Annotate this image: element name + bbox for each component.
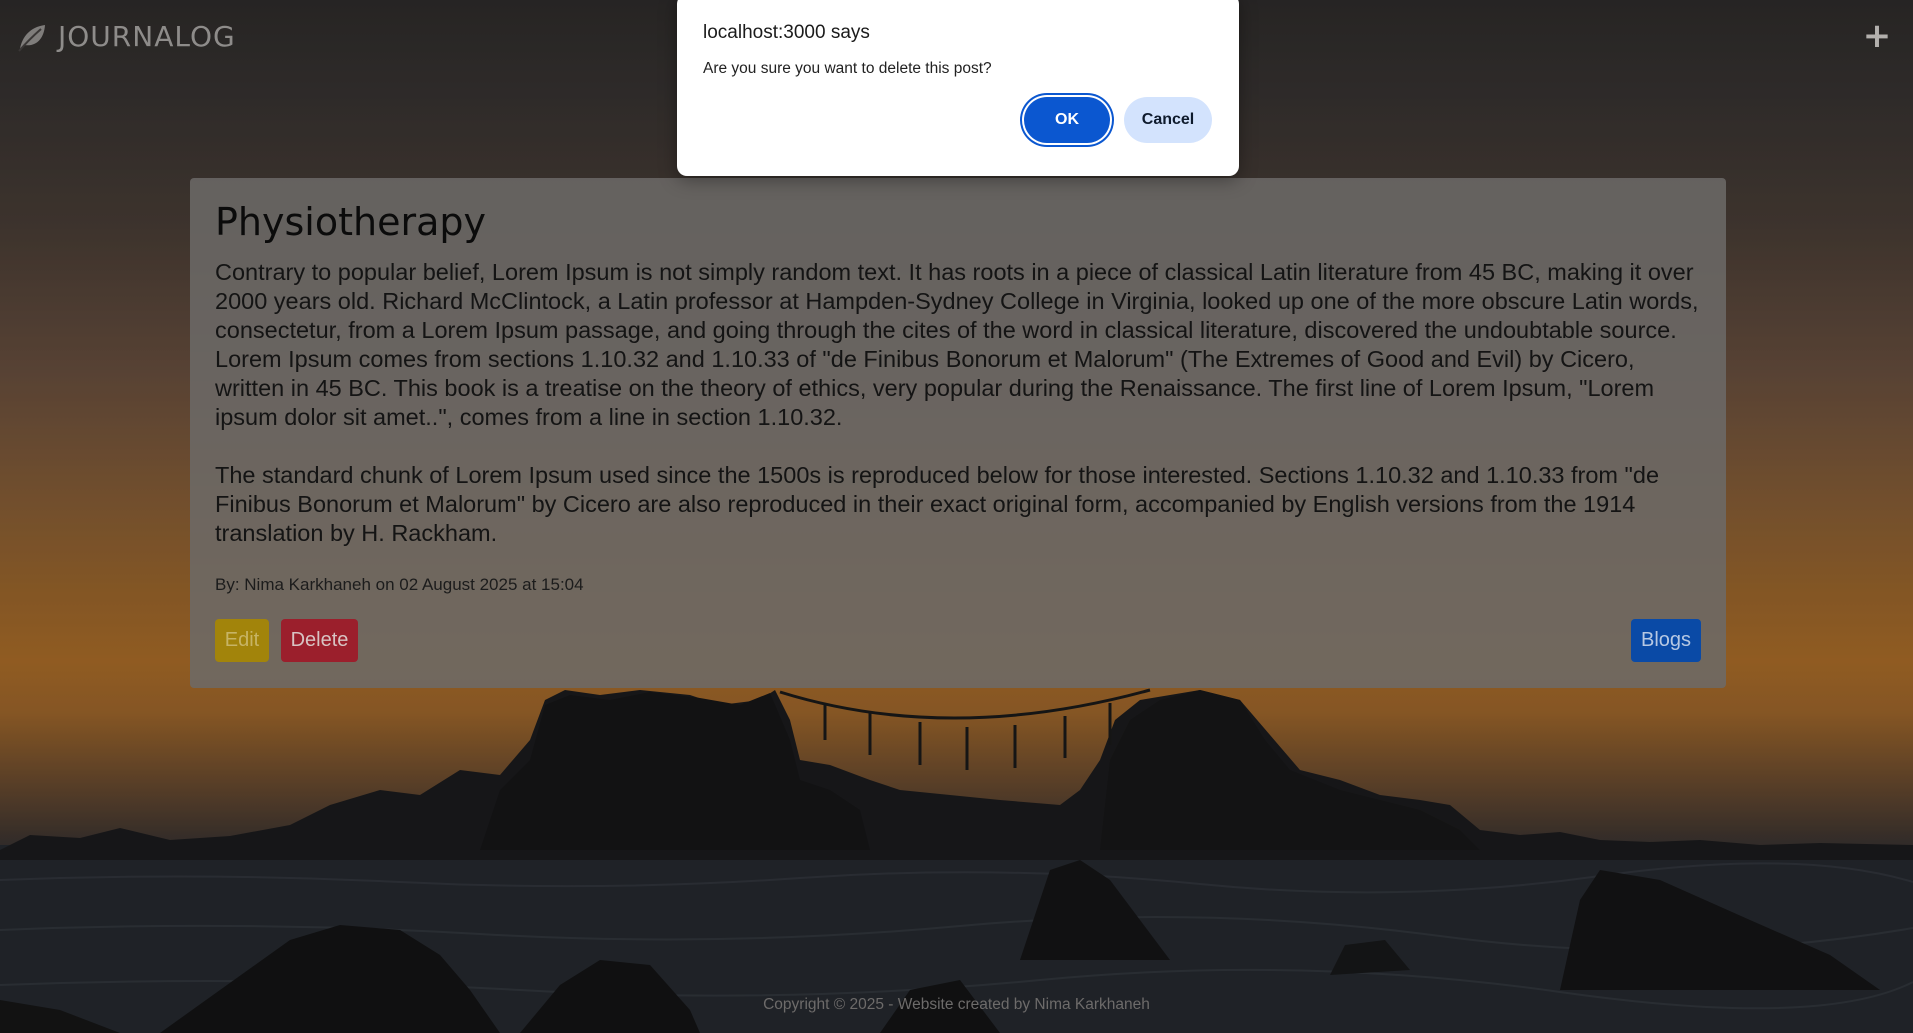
blogs-button[interactable]: Blogs: [1631, 619, 1701, 662]
brand-name: JOURNALOG: [58, 20, 236, 53]
plus-icon: +: [1862, 16, 1892, 56]
dialog-message: Are you sure you want to delete this pos…: [703, 60, 992, 77]
leaf-icon: [16, 21, 48, 53]
post-card: Physiotherapy Contrary to popular belief…: [190, 178, 1726, 688]
confirm-dialog: localhost:3000 says Are you sure you wan…: [677, 0, 1239, 176]
edit-button[interactable]: Edit: [215, 619, 269, 662]
ok-button[interactable]: OK: [1024, 97, 1110, 143]
post-body: Contrary to popular belief, Lorem Ipsum …: [215, 258, 1701, 548]
post-paragraph: Contrary to popular belief, Lorem Ipsum …: [215, 258, 1699, 430]
add-post-button[interactable]: +: [1859, 16, 1895, 56]
page: JOURNALOG + Physiotherapy Contrary to po…: [0, 0, 1913, 1033]
post-title: Physiotherapy: [215, 200, 486, 244]
brand-link[interactable]: JOURNALOG: [16, 20, 236, 53]
footer-copyright: Copyright © 2025 - Website created by Ni…: [763, 996, 1150, 1013]
delete-button[interactable]: Delete: [281, 619, 358, 662]
cancel-button[interactable]: Cancel: [1124, 97, 1212, 143]
dialog-title: localhost:3000 says: [703, 22, 870, 43]
post-paragraph: The standard chunk of Lorem Ipsum used s…: [215, 461, 1660, 546]
post-meta: By: Nima Karkhaneh on 02 August 2025 at …: [215, 574, 584, 594]
